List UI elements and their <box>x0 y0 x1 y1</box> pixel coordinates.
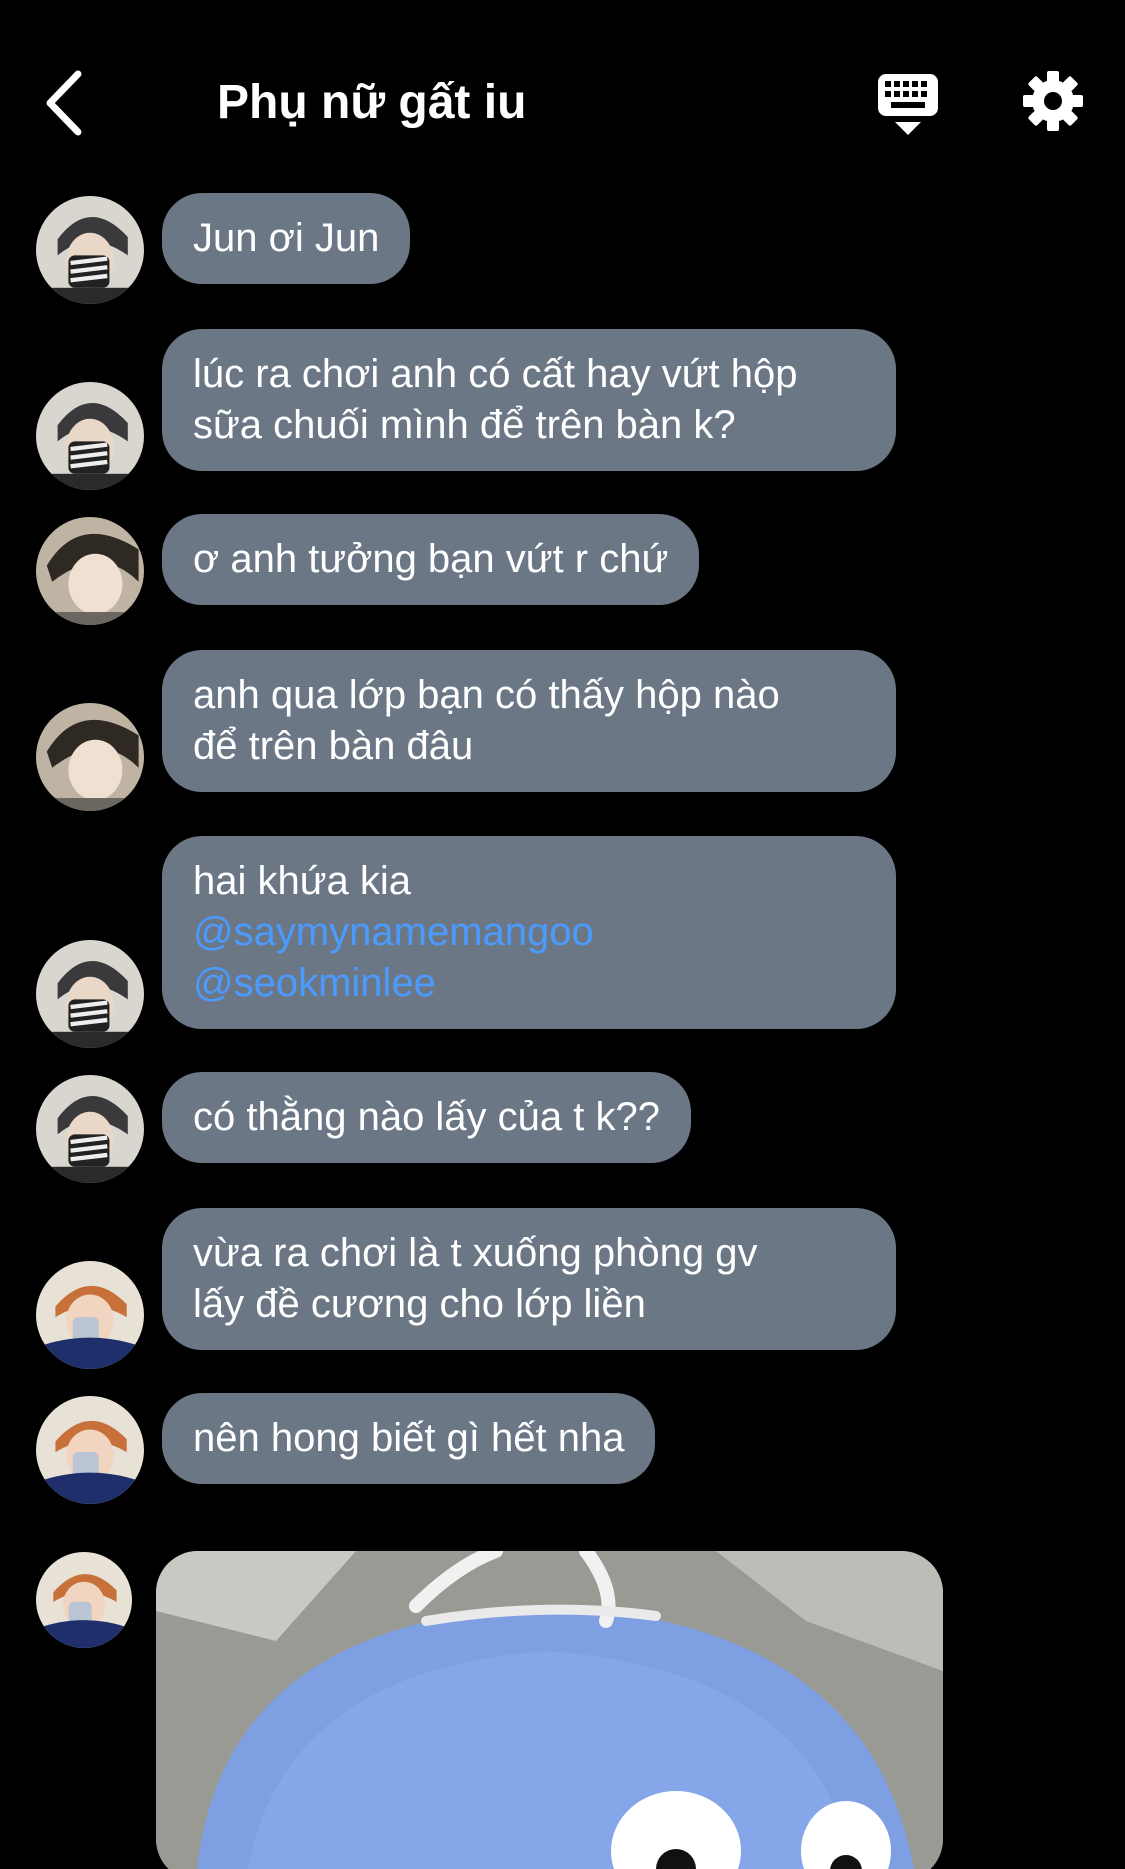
avatar-1-image <box>36 196 144 304</box>
avatar[interactable] <box>36 382 144 490</box>
avatar-1-image <box>36 1075 144 1183</box>
message-text: Jun ơi Jun <box>193 216 380 260</box>
avatar-2-image <box>36 703 144 811</box>
keyboard-hide-icon <box>878 74 938 135</box>
avatar-1-image <box>36 940 144 1048</box>
mention-link[interactable]: @seokminlee <box>193 958 865 1009</box>
message-text: vừa ra chơi là t xuống phòng gv <box>193 1231 758 1275</box>
message-text: có thằng nào lấy của t k?? <box>193 1095 660 1139</box>
message-text: ơ anh tưởng bạn vứt r chứ <box>193 537 669 581</box>
image-message[interactable] <box>156 1551 943 1869</box>
chat-title: Phụ nữ gất iu <box>217 76 527 129</box>
message-text: để trên bàn đâu <box>193 724 474 768</box>
message-bubble[interactable]: nên hong biết gì hết nha <box>162 1393 656 1484</box>
message-bubble[interactable]: anh qua lớp bạn có thấy hộp nào để trên … <box>162 650 896 792</box>
message-text: hai khứa kia <box>193 859 412 903</box>
message-bubble[interactable]: lúc ra chơi anh có cất hay vứt hộp sữa c… <box>162 329 896 471</box>
avatar-3-image <box>36 1552 132 1648</box>
mention-link[interactable]: @saymynamemangoo <box>193 907 865 958</box>
plush-toy-photo <box>156 1551 943 1869</box>
avatar[interactable] <box>36 1261 144 1369</box>
message-bubble[interactable]: Jun ơi Jun <box>162 193 411 284</box>
avatar-3-image <box>36 1261 144 1369</box>
message-text: anh qua lớp bạn có thấy hộp nào <box>193 673 780 717</box>
avatar[interactable] <box>36 1075 144 1183</box>
avatar-1-image <box>36 382 144 490</box>
avatar[interactable] <box>36 1552 132 1648</box>
message-bubble[interactable]: hai khứa kia @saymynamemangoo @seokminle… <box>162 836 896 1029</box>
avatar[interactable] <box>36 703 144 811</box>
message-text: sữa chuối mình để trên bàn k? <box>193 403 736 447</box>
avatar-3-image <box>36 1396 144 1504</box>
keyboard-button[interactable] <box>876 72 940 138</box>
chevron-left-icon <box>46 70 82 136</box>
message-bubble[interactable]: vừa ra chơi là t xuống phòng gv lấy đề c… <box>162 1208 896 1350</box>
message-text: lấy đề cương cho lớp liền <box>193 1282 646 1326</box>
avatar[interactable] <box>36 517 144 625</box>
gear-icon <box>1023 71 1083 131</box>
message-bubble[interactable]: ơ anh tưởng bạn vứt r chứ <box>162 514 700 605</box>
avatar-2-image <box>36 517 144 625</box>
message-text: lúc ra chơi anh có cất hay vứt hộp <box>193 352 798 396</box>
avatar[interactable] <box>36 196 144 304</box>
avatar[interactable] <box>36 1396 144 1504</box>
message-bubble[interactable]: có thằng nào lấy của t k?? <box>162 1072 691 1163</box>
message-text: nên hong biết gì hết nha <box>193 1416 625 1460</box>
avatar[interactable] <box>36 940 144 1048</box>
settings-button[interactable] <box>1022 70 1084 132</box>
chat-header: Phụ nữ gất iu <box>0 0 1125 190</box>
back-button[interactable] <box>40 68 96 138</box>
